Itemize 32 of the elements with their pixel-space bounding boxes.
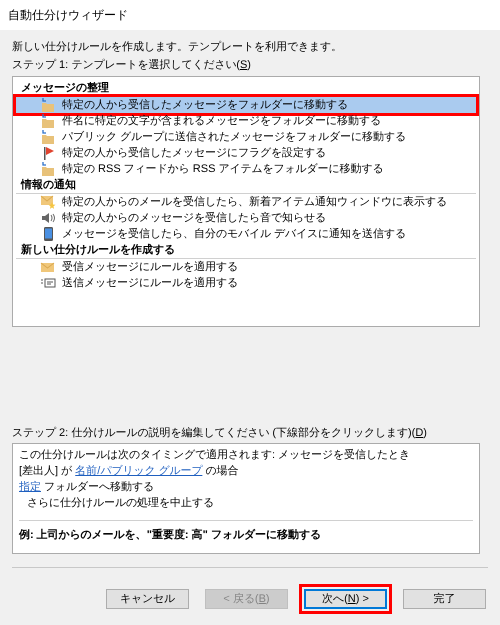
folder-arrow-icon xyxy=(40,129,56,145)
intro-text: 新しい仕分けルールを作成します。テンプレートを利用できます。 xyxy=(12,40,343,55)
template-item[interactable]: 特定の人からのメッセージを受信したら音で知らせる xyxy=(16,210,476,226)
wizard-button[interactable]: キャンセル xyxy=(106,589,189,609)
folder-arrow-icon xyxy=(40,161,56,177)
template-item[interactable]: パブリック グループに送信されたメッセージをフォルダーに移動する xyxy=(16,129,476,145)
window-title: 自動仕分けウィザード xyxy=(8,7,128,24)
template-item[interactable]: 特定の人から受信したメッセージにフラグを設定する xyxy=(16,145,476,161)
template-item[interactable]: 特定の RSS フィードから RSS アイテムをフォルダーに移動する xyxy=(16,161,476,177)
rule-line: この仕分けルールは次のタイミングで適用されます: メッセージを受信したとき xyxy=(19,448,412,463)
rule-line: 指定 フォルダーへ移動する xyxy=(19,480,156,495)
rule-link[interactable]: 指定 xyxy=(19,481,41,493)
rule-line: さらに仕分けルールの処理を中止する xyxy=(26,496,215,511)
template-item[interactable]: 特定の人からのメールを受信したら、新着アイテム通知ウィンドウに表示する xyxy=(16,194,476,210)
template-item[interactable]: 受信メッセージにルールを適用する xyxy=(16,259,476,275)
template-item[interactable]: メッセージを受信したら、自分のモバイル デバイスに通知を送信する xyxy=(16,226,476,242)
rule-line: [差出人] が 名前/パブリック グループ の場合 xyxy=(19,464,240,479)
template-item[interactable]: 送信メッセージにルールを適用する xyxy=(16,275,476,291)
template-item[interactable]: 件名に特定の文字が含まれるメッセージをフォルダーに移動する xyxy=(16,113,476,129)
step-label: ステップ 1: テンプレートを選択してください(S) xyxy=(12,58,252,73)
speaker-icon xyxy=(40,210,56,226)
group-heading: 情報の通知 xyxy=(16,177,476,194)
envelope-star-icon xyxy=(40,194,56,210)
group-heading: 新しい仕分けルールを作成する xyxy=(16,242,476,259)
folder-arrow-icon xyxy=(40,97,56,113)
folder-arrow-icon xyxy=(40,113,56,129)
template-item[interactable]: 特定の人から受信したメッセージをフォルダーに移動する xyxy=(16,97,476,113)
step-label: ステップ 2: 仕分けルールの説明を編集してください (下線部分をクリックします)(D) xyxy=(12,426,428,441)
rule-link[interactable]: 名前/パブリック グループ xyxy=(75,465,202,477)
wizard-button[interactable]: 完了 xyxy=(403,589,486,609)
wizard-button[interactable]: 次へ(N) > xyxy=(304,589,387,609)
example-text: 例: 上司からのメールを、"重要度: 高" フォルダーに移動する xyxy=(19,528,322,543)
